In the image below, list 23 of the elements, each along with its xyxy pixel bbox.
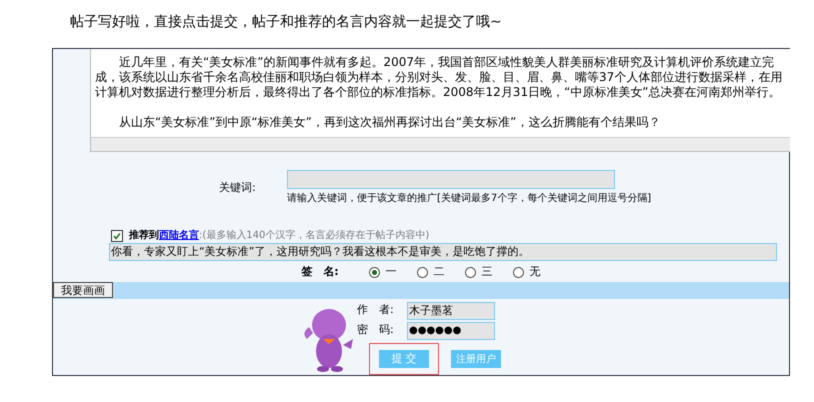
password-field[interactable]: ●●●●●● bbox=[407, 322, 495, 340]
recommend-note: :(最多输入140个汉字，名言必须存在于帖子内容中) bbox=[199, 230, 430, 242]
scrollbar[interactable] bbox=[91, 137, 790, 152]
keyword-hint: 请输入关键词，便于该文章的推广[关键词最多7个字，每个关键词之间用逗号分隔] bbox=[287, 192, 652, 206]
password-label: 密 码: bbox=[357, 322, 395, 338]
signature-radio[interactable]: 三 bbox=[464, 264, 493, 281]
recommend-label: 推荐到 bbox=[129, 230, 159, 242]
quote-site-link[interactable]: 西陆名言 bbox=[159, 230, 199, 242]
article-paragraph: 近几年里，有关“美女标准”的新闻事件就有多起。2007年，我国首部区域性貌美人群美丽标准研究及计算机评价系统建立完成，该系统以山东省千余名高校佳丽和职场白领为样本，分别对头、发、脸、目、眉、鼻、嘴等37个人体部位进行数据采样，在用计算机对数据进行整理分析后，最终得出了各个部位的标准指标。2008年12月31日晚，“中原标准美女”总决赛在河南郑州举行。 bbox=[95, 55, 784, 100]
draw-button[interactable]: 我要画画 bbox=[53, 282, 113, 298]
signature-radio[interactable]: 无 bbox=[512, 264, 541, 281]
keyword-label: 关键词: bbox=[219, 180, 257, 196]
author-label: 作 者: bbox=[357, 302, 395, 318]
recommend-checkbox[interactable] bbox=[111, 230, 123, 242]
instruction-text: 帖子写好啦，直接点击提交，帖子和推荐的名言内容就一起提交了哦~ bbox=[70, 14, 502, 30]
signature-label: 签 名: bbox=[301, 264, 339, 280]
signature-radio[interactable]: 二 bbox=[416, 264, 445, 281]
article-textarea[interactable] bbox=[90, 49, 790, 152]
signature-radio[interactable]: 一 bbox=[368, 264, 397, 281]
author-field[interactable]: 木子墨茗 bbox=[407, 302, 495, 320]
article-paragraph: 从山东“美女标准”到中原“标准美女”，再到这次福州再探讨出台“美女标准”，这么折腾能有个结果吗？ bbox=[118, 115, 662, 130]
keyword-field[interactable] bbox=[287, 170, 615, 190]
quote-field[interactable]: 你看，专家又盯上“美女标准”了，这用研究吗？我看这根本不是审美，是吃饱了撑的。 bbox=[109, 243, 777, 262]
